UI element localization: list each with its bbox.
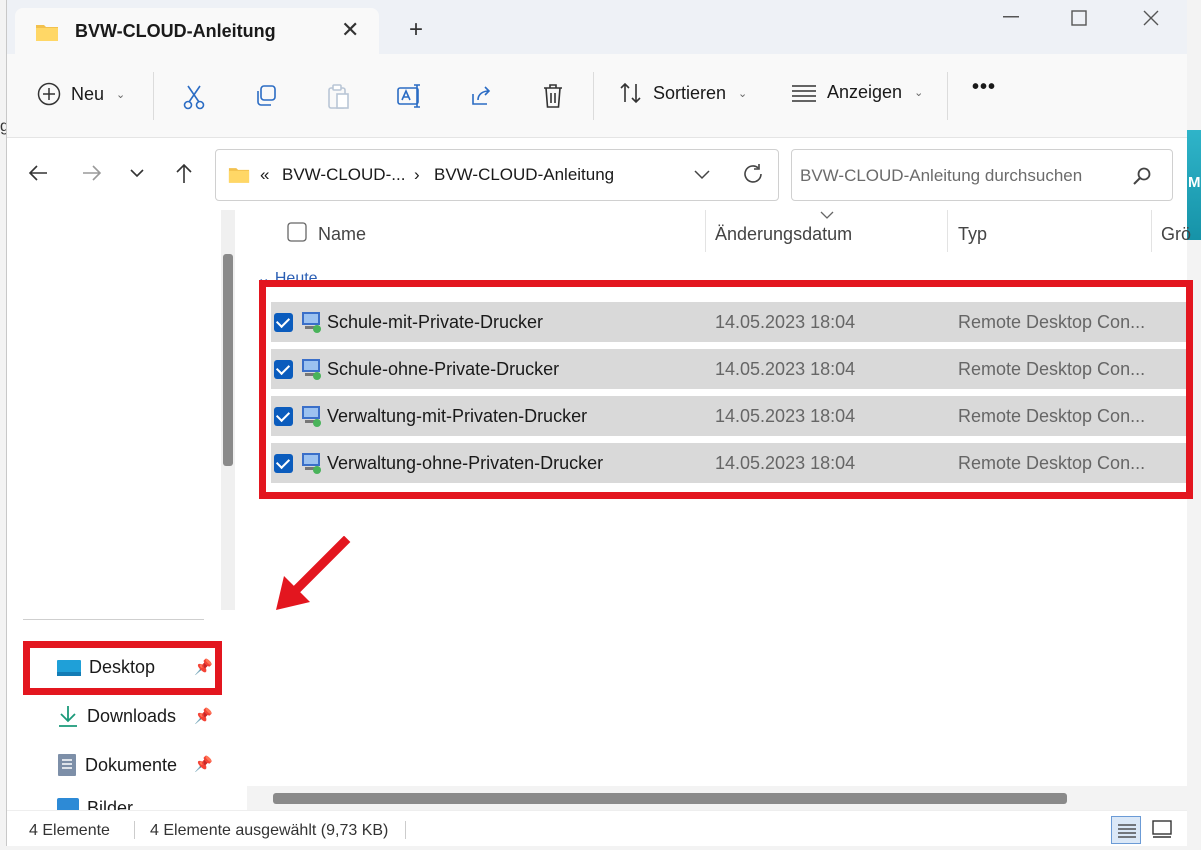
search-box[interactable]: BVW-CLOUD-Anleitung durchsuchen — [791, 149, 1173, 201]
search-icon[interactable] — [1132, 166, 1152, 186]
documents-icon — [58, 754, 76, 776]
recent-locations-chevron-icon[interactable] — [129, 168, 145, 178]
command-bar: Neu ⌄ Sortieren ⌄ Anzeigen ⌄ ••• — [7, 54, 1187, 138]
paste-icon — [328, 84, 349, 109]
sidebar-item-pictures[interactable]: Bilder — [57, 798, 133, 810]
plus-circle-icon — [37, 82, 61, 106]
new-button[interactable]: Neu ⌄ — [37, 82, 125, 106]
breadcrumb-item[interactable]: BVW-CLOUD-... — [282, 165, 405, 185]
column-header-date[interactable]: Änderungsdatum — [715, 224, 852, 245]
status-bar: 4 Elemente 4 Elemente ausgewählt (9,73 K… — [7, 810, 1187, 846]
column-divider[interactable] — [947, 210, 948, 252]
chevron-down-icon[interactable] — [694, 170, 710, 180]
divider — [134, 821, 135, 839]
sort-indicator-icon — [820, 211, 834, 219]
select-all-checkbox[interactable] — [287, 222, 307, 242]
selection-info: 4 Elemente ausgewählt (9,73 KB) — [150, 822, 389, 839]
sidebar-item-documents[interactable]: Dokumente — [57, 753, 177, 777]
rename-icon[interactable] — [397, 84, 423, 108]
horizontal-scrollbar[interactable] — [273, 793, 1067, 804]
divider — [947, 72, 948, 120]
chevron-down-icon: ⌄ — [116, 88, 126, 101]
cut-icon[interactable] — [182, 84, 206, 110]
breadcrumb-overflow[interactable]: « — [260, 165, 269, 185]
window-tab[interactable]: BVW-CLOUD-Anleitung ✕ — [15, 8, 379, 54]
column-header-size[interactable]: Grö — [1161, 224, 1191, 245]
folder-icon — [36, 25, 58, 41]
chevron-down-icon: ⌄ — [738, 87, 748, 100]
up-arrow-icon[interactable] — [173, 162, 195, 184]
tiles-view-icon[interactable] — [1152, 820, 1172, 838]
forward-arrow-icon[interactable] — [81, 162, 103, 184]
sort-label: Sortieren — [653, 82, 727, 103]
copy-icon[interactable] — [254, 84, 278, 108]
new-label: Neu — [71, 83, 105, 104]
navigation-bar: « BVW-CLOUD-... › BVW-CLOUD-Anleitung BV… — [7, 138, 1187, 210]
red-arrow-icon — [276, 536, 351, 610]
download-icon — [59, 706, 77, 727]
pictures-icon — [57, 798, 79, 810]
pin-icon[interactable]: 📌 — [194, 707, 213, 725]
minimize-icon[interactable] — [1003, 16, 1019, 20]
item-count: 4 Elemente — [29, 822, 110, 839]
column-divider[interactable] — [1151, 210, 1152, 252]
sort-icon — [620, 82, 641, 104]
breadcrumb-separator[interactable]: › — [414, 165, 420, 185]
highlight-box-desktop — [23, 641, 222, 695]
highlight-box-files — [259, 280, 1193, 499]
sort-button[interactable]: Sortieren ⌄ — [619, 82, 747, 104]
address-bar[interactable]: « BVW-CLOUD-... › BVW-CLOUD-Anleitung — [215, 149, 779, 201]
column-divider[interactable] — [705, 210, 706, 252]
view-button[interactable]: Anzeigen ⌄ — [791, 82, 923, 103]
chevron-down-icon: ⌄ — [914, 87, 924, 99]
view-list-icon — [792, 84, 816, 102]
navigation-pane: Desktop 📌 Downloads 📌 Dokumente 📌 Bilder — [7, 210, 243, 810]
divider — [593, 72, 594, 120]
maximize-icon[interactable] — [1071, 10, 1087, 26]
pin-icon[interactable]: 📌 — [194, 755, 213, 773]
close-window-icon[interactable] — [1143, 10, 1159, 26]
folder-icon — [228, 168, 250, 183]
new-tab-button[interactable]: + — [409, 16, 423, 44]
sidebar-divider — [23, 619, 204, 620]
column-header-name[interactable]: Name — [318, 224, 366, 245]
divider — [405, 821, 406, 839]
refresh-icon[interactable] — [742, 163, 764, 185]
sidebar-item-label: Bilder — [87, 798, 134, 810]
sidebar-item-label: Downloads — [87, 705, 177, 726]
screen: g M BVW-CLOUD-Anleitung ✕ + Neu ⌄ Sortie… — [0, 0, 1201, 850]
sidebar-scrollbar[interactable] — [223, 254, 233, 466]
back-arrow-icon[interactable] — [27, 162, 49, 184]
view-label: Anzeigen — [827, 82, 903, 102]
column-header-type[interactable]: Typ — [958, 224, 987, 245]
divider — [153, 72, 154, 120]
tab-title: BVW-CLOUD-Anleitung — [75, 21, 276, 41]
search-placeholder: BVW-CLOUD-Anleitung durchsuchen — [800, 166, 1083, 185]
details-view-button[interactable] — [1111, 816, 1141, 844]
close-tab-icon[interactable]: ✕ — [341, 17, 359, 43]
more-options-icon[interactable]: ••• — [972, 76, 996, 99]
delete-icon[interactable] — [542, 83, 564, 109]
background-app-letter: M — [1188, 174, 1201, 191]
title-bar: BVW-CLOUD-Anleitung ✕ + — [7, 0, 1187, 54]
sidebar-item-downloads[interactable]: Downloads — [57, 705, 176, 727]
details-view-icon — [1118, 824, 1136, 838]
share-icon[interactable] — [470, 84, 494, 108]
breadcrumb-current[interactable]: BVW-CLOUD-Anleitung — [434, 165, 614, 185]
sidebar-item-label: Dokumente — [85, 754, 178, 775]
